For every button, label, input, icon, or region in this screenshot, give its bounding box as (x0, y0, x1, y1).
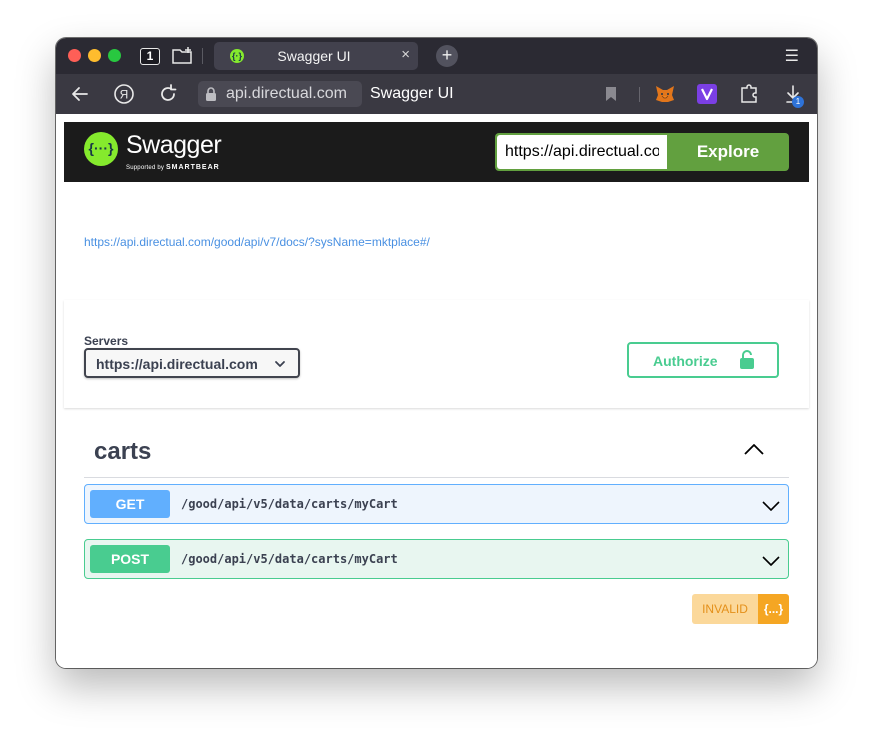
operation-path: /good/api/v5/data/carts/myCart (181, 497, 398, 511)
yandex-icon[interactable]: Я (112, 82, 136, 106)
servers-select[interactable]: https://api.directual.com (84, 348, 300, 378)
minimize-window-button[interactable] (88, 49, 101, 62)
menu-icon[interactable]: ☰ (785, 46, 799, 66)
swagger-logo-text: Swagger (126, 131, 222, 159)
method-badge-post: POST (90, 545, 170, 573)
chevron-up-icon[interactable] (743, 442, 765, 456)
bookmark-icon[interactable] (600, 83, 622, 105)
vpn-extension-icon[interactable] (696, 83, 718, 105)
swagger-favicon-icon: {·} (230, 49, 244, 63)
chevron-down-icon[interactable] (762, 554, 780, 566)
new-tab-button[interactable]: + (436, 45, 458, 67)
swagger-logo-icon[interactable]: {···} (84, 132, 118, 166)
metamask-fox-icon[interactable] (654, 83, 676, 105)
servers-section: Servers https://api.directual.com Author… (64, 300, 809, 408)
new-tab-group-icon[interactable] (172, 47, 194, 65)
authorize-button[interactable]: Authorize (627, 342, 779, 378)
tab-title: Swagger UI (277, 48, 351, 64)
servers-selected-value: https://api.directual.com (96, 356, 258, 372)
servers-label: Servers (84, 334, 129, 348)
tab-bar: 1 {·} Swagger UI × + ☰ (56, 38, 817, 74)
download-count-badge: 1 (792, 96, 804, 108)
operation-get-mycart[interactable]: GET /good/api/v5/data/carts/myCart (84, 484, 789, 524)
smartbear-tagline: Supported by SMARTBEAR (126, 164, 220, 171)
validator-badge[interactable]: INVALID {...} (692, 594, 789, 624)
url-field[interactable]: api.directual.com (198, 81, 362, 107)
explore-button[interactable]: Explore (667, 133, 789, 171)
tab-count-button[interactable]: 1 (140, 46, 162, 66)
operation-path: /good/api/v5/data/carts/myCart (181, 552, 398, 566)
method-badge-get: GET (90, 490, 170, 518)
explore-url-input[interactable] (497, 135, 667, 169)
back-arrow-icon[interactable] (68, 82, 92, 106)
close-tab-icon[interactable]: × (401, 46, 410, 63)
validator-braces-icon: {...} (758, 594, 789, 624)
url-text: api.directual.com (226, 85, 347, 102)
unlock-icon (739, 350, 755, 370)
svg-text:Я: Я (120, 88, 129, 102)
page-title: Swagger UI (370, 85, 454, 102)
maximize-window-button[interactable] (108, 49, 121, 62)
validator-status: INVALID (692, 594, 758, 624)
reload-icon[interactable] (156, 82, 180, 106)
close-window-button[interactable] (68, 49, 81, 62)
tab-separator (202, 48, 203, 64)
address-bar: Я api.directual.com Swagger UI 1 (56, 74, 817, 114)
spec-url-link[interactable]: https://api.directual.com/good/api/v7/do… (84, 235, 430, 249)
chevron-down-icon (274, 357, 286, 369)
lock-icon (204, 87, 218, 101)
tab-swagger-ui[interactable]: {·} Swagger UI × (214, 42, 418, 70)
extensions-puzzle-icon[interactable] (738, 83, 760, 105)
tag-section-header[interactable]: carts (84, 434, 789, 478)
chevron-down-icon[interactable] (762, 499, 780, 511)
authorize-label: Authorize (653, 353, 718, 369)
toolbar-separator (639, 87, 640, 102)
operation-post-mycart[interactable]: POST /good/api/v5/data/carts/myCart (84, 539, 789, 579)
tab-count-label: 1 (146, 49, 154, 63)
browser-window: 1 {·} Swagger UI × + ☰ Я api.directual.c… (56, 38, 817, 668)
tag-title: carts (94, 438, 152, 465)
page-content: {···} Swagger Supported by SMARTBEAR Exp… (56, 114, 817, 668)
swagger-topbar: {···} Swagger Supported by SMARTBEAR Exp… (64, 122, 809, 182)
explore-form: Explore (495, 133, 789, 171)
